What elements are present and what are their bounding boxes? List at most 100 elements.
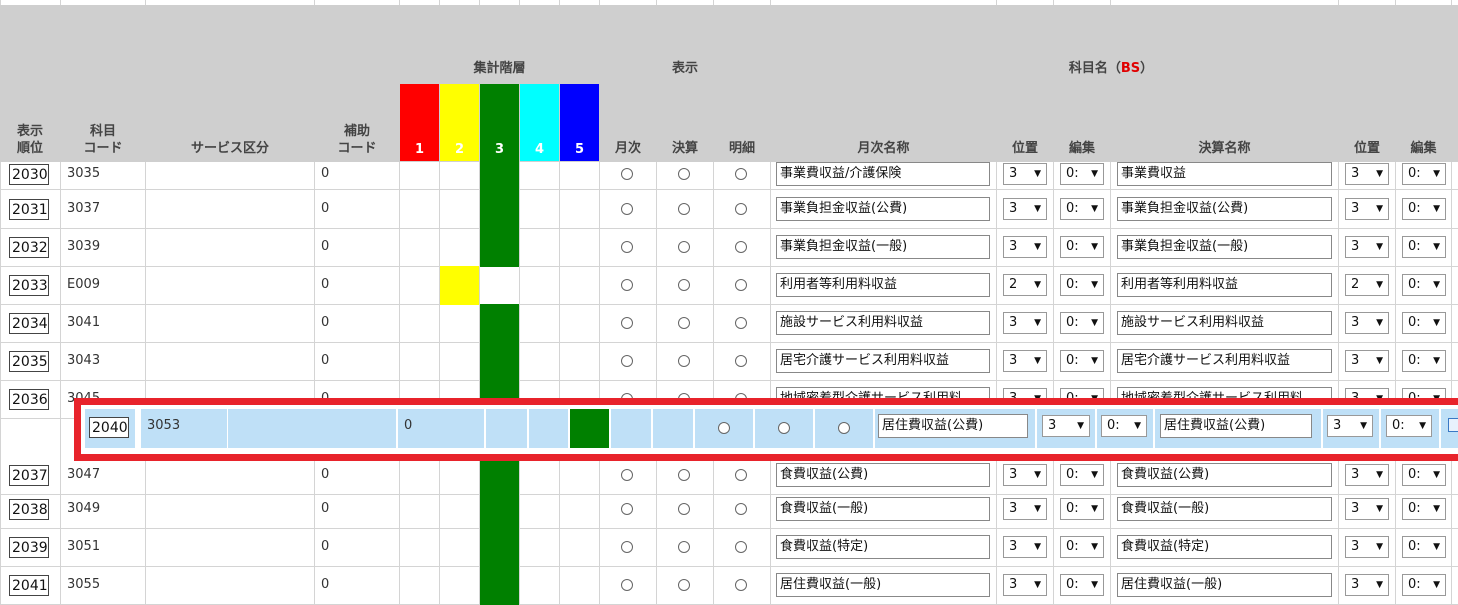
position-select-2[interactable]: 3 ▼ (1345, 350, 1389, 372)
order-input[interactable]: 2031 (9, 199, 49, 220)
position-select-2[interactable]: 2 ▼ (1345, 274, 1389, 296)
settle-radio[interactable] (678, 469, 690, 481)
monthly-name-input[interactable]: 施設サービス利用料収益 (776, 311, 990, 335)
settle-radio[interactable] (678, 579, 690, 591)
settle-radio[interactable] (678, 203, 690, 215)
monthly-radio[interactable] (621, 579, 633, 591)
order-input[interactable]: 2032 (9, 237, 49, 258)
monthly-radio[interactable] (621, 279, 633, 291)
order-input[interactable]: 2030 (9, 163, 49, 185)
edit-select[interactable]: 0: ▼ (1060, 312, 1104, 334)
edit-select[interactable]: 0: ▼ (1060, 498, 1104, 520)
edit-select-2[interactable]: 0: ▼ (1402, 312, 1446, 334)
edit-select-2[interactable]: 0: ▼ (1402, 236, 1446, 258)
monthly-name-input[interactable]: 食費収益(一般) (776, 497, 990, 521)
order-input[interactable]: 2037 (9, 465, 49, 486)
monthly-name-input[interactable]: 食費収益(公費) (776, 463, 990, 487)
position-select-2[interactable]: 3 ▼ (1345, 162, 1389, 185)
monthly-radio[interactable] (621, 469, 633, 481)
position-select-2[interactable]: 3 ▼ (1345, 198, 1389, 220)
position-select[interactable]: 3 ▼ (1003, 464, 1047, 486)
edit-select[interactable]: 0: ▼ (1060, 198, 1104, 220)
order-input[interactable]: 2038 (9, 499, 49, 520)
monthly-radio[interactable] (621, 355, 633, 367)
edit-select-2[interactable]: 0: ▼ (1402, 350, 1446, 372)
position-select[interactable]: 3 ▼ (1003, 198, 1047, 220)
monthly-name-input[interactable]: 居住費収益(一般) (776, 573, 990, 597)
settle-name-input[interactable]: 施設サービス利用料収益 (1117, 311, 1332, 335)
order-input[interactable]: 2036 (9, 389, 49, 410)
settle-radio[interactable] (678, 503, 690, 515)
edit-select[interactable]: 0: ▼ (1060, 536, 1104, 558)
settle-name-input[interactable]: 事業負担金収益(一般) (1117, 235, 1332, 259)
position-select-2[interactable]: 3 ▼ (1345, 312, 1389, 334)
settle-name-input[interactable]: 事業費収益 (1117, 161, 1332, 186)
position-select[interactable]: 3 ▼ (1003, 498, 1047, 520)
monthly-name-input[interactable]: 居宅介護サービス利用料収益 (776, 349, 990, 373)
edit-select-2[interactable]: 0: ▼ (1402, 574, 1446, 596)
monthly-name-input[interactable]: 事業費収益/介護保険 (776, 161, 990, 186)
monthly-radio[interactable] (621, 541, 633, 553)
monthly-name-input[interactable]: 事業負担金収益(公費) (776, 197, 990, 221)
settle-name-input[interactable]: 食費収益(一般) (1117, 497, 1332, 521)
position-select-2[interactable]: 3 ▼ (1345, 464, 1389, 486)
monthly-radio[interactable] (621, 241, 633, 253)
detail-radio[interactable] (735, 203, 747, 215)
position-select[interactable]: 3 ▼ (1003, 312, 1047, 334)
position-select[interactable]: 3 ▼ (1003, 236, 1047, 258)
settle-radio[interactable] (678, 279, 690, 291)
edit-select[interactable]: 0: ▼ (1060, 162, 1104, 185)
settle-name-input[interactable]: 利用者等利用料収益 (1117, 273, 1332, 297)
detail-radio[interactable] (735, 355, 747, 367)
edit-select-2[interactable]: 0: ▼ (1402, 198, 1446, 220)
monthly-name-input[interactable]: 利用者等利用料収益 (776, 273, 990, 297)
settle-name-input[interactable]: 食費収益(公費) (1117, 463, 1332, 487)
edit-select-2[interactable]: 0: ▼ (1402, 162, 1446, 185)
order-input[interactable]: 2034 (9, 313, 49, 334)
settle-radio[interactable] (678, 241, 690, 253)
edit-select[interactable]: 0: ▼ (1060, 574, 1104, 596)
detail-radio[interactable] (735, 541, 747, 553)
monthly-radio[interactable] (621, 503, 633, 515)
edit-select-2[interactable]: 0: ▼ (1402, 274, 1446, 296)
monthly-radio[interactable] (621, 317, 633, 329)
edit-select-2[interactable]: 0: ▼ (1402, 498, 1446, 520)
settle-radio[interactable] (678, 355, 690, 367)
detail-radio[interactable] (735, 241, 747, 253)
settle-radio[interactable] (678, 167, 690, 180)
order-input[interactable]: 2041 (9, 575, 49, 596)
position-select[interactable]: 3 ▼ (1003, 350, 1047, 372)
edit-select[interactable]: 0: ▼ (1060, 236, 1104, 258)
monthly-name-input[interactable]: 事業負担金収益(一般) (776, 235, 990, 259)
edit-select-2[interactable]: 0: ▼ (1402, 464, 1446, 486)
order-input[interactable]: 2035 (9, 351, 49, 372)
position-select[interactable]: 3 ▼ (1003, 536, 1047, 558)
monthly-radio[interactable] (621, 167, 633, 180)
detail-radio[interactable] (735, 317, 747, 329)
settle-name-input[interactable]: 居住費収益(一般) (1117, 573, 1332, 597)
position-select-2[interactable]: 3 ▼ (1345, 536, 1389, 558)
position-select[interactable]: 3 ▼ (1003, 162, 1047, 185)
settle-radio[interactable] (678, 317, 690, 329)
settle-name-input[interactable]: 事業負担金収益(公費) (1117, 197, 1332, 221)
detail-radio[interactable] (735, 469, 747, 481)
settle-name-input[interactable]: 食費収益(特定) (1117, 535, 1332, 559)
monthly-name-input[interactable]: 食費収益(特定) (776, 535, 990, 559)
detail-radio[interactable] (735, 579, 747, 591)
position-select[interactable]: 3 ▼ (1003, 574, 1047, 596)
order-input[interactable]: 2039 (9, 537, 49, 558)
detail-radio[interactable] (735, 503, 747, 515)
edit-select[interactable]: 0: ▼ (1060, 350, 1104, 372)
position-select[interactable]: 2 ▼ (1003, 274, 1047, 296)
edit-select-2[interactable]: 0: ▼ (1402, 536, 1446, 558)
order-input[interactable]: 2033 (9, 275, 49, 296)
position-select-2[interactable]: 3 ▼ (1345, 236, 1389, 258)
monthly-radio[interactable] (621, 203, 633, 215)
position-select-2[interactable]: 3 ▼ (1345, 498, 1389, 520)
edit-select[interactable]: 0: ▼ (1060, 464, 1104, 486)
edit-select[interactable]: 0: ▼ (1060, 274, 1104, 296)
settle-name-input[interactable]: 居宅介護サービス利用料収益 (1117, 349, 1332, 373)
settle-radio[interactable] (678, 541, 690, 553)
detail-radio[interactable] (735, 167, 747, 180)
detail-radio[interactable] (735, 279, 747, 291)
